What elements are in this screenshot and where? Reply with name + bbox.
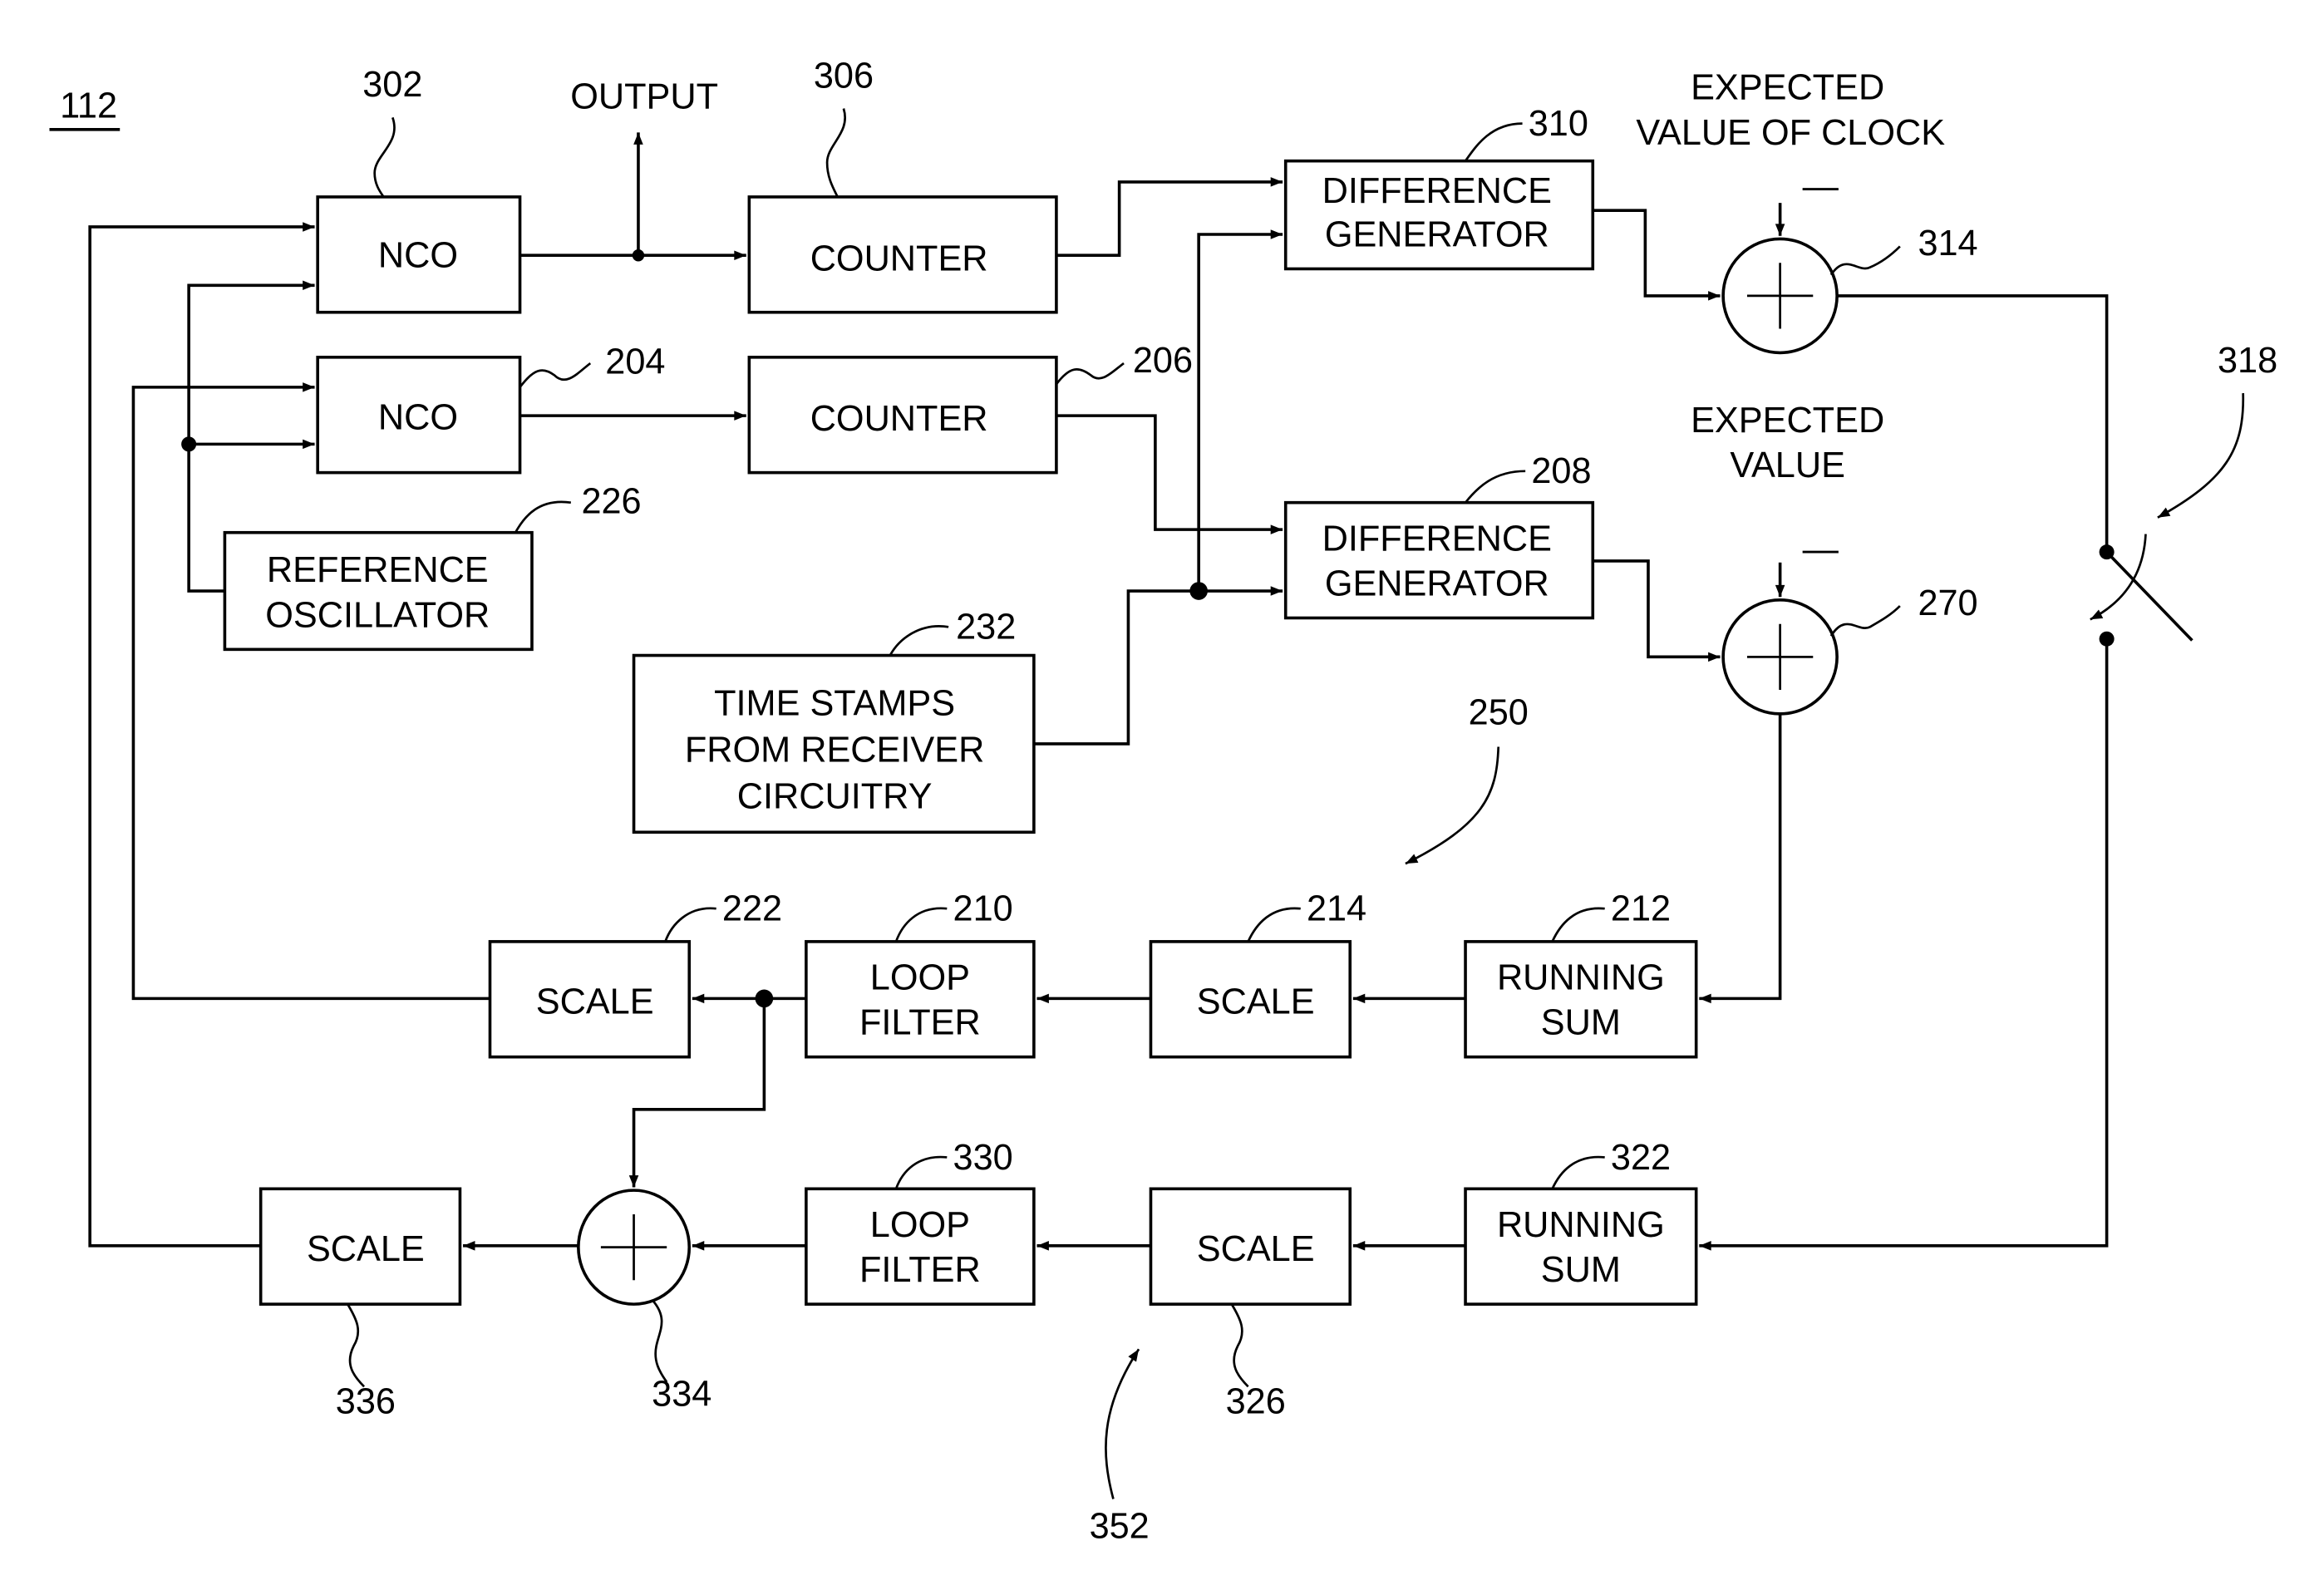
nco-302-label: NCO (378, 236, 458, 276)
running-sum-212-line2: SUM (1541, 1003, 1621, 1043)
difference-generator-208-line1: DIFFERENCE (1322, 519, 1552, 559)
scale-214-label: SCALE (1197, 982, 1315, 1021)
difference-generator-208-block: DIFFERENCE GENERATOR (1283, 500, 1595, 620)
expected-clock-line1: EXPECTED (1691, 68, 1884, 108)
counter-306-block: COUNTER (747, 195, 1058, 314)
ref-208: 208 (1531, 451, 1591, 491)
scale-222-block: SCALE (488, 940, 692, 1059)
ref-210: 210 (953, 889, 1013, 929)
ref-314: 314 (1918, 224, 1977, 263)
loop-filter-210-block: LOOP FILTER (805, 940, 1036, 1059)
ref-326: 326 (1226, 1382, 1286, 1422)
ref-302: 302 (362, 65, 422, 105)
switch-318[interactable] (2090, 534, 2194, 647)
difference-generator-310-block: DIFFERENCE GENERATOR (1283, 159, 1595, 271)
ref-310: 310 (1529, 104, 1588, 144)
scale-336-block: SCALE (258, 1187, 462, 1306)
counter-206-block: COUNTER (747, 356, 1058, 475)
summer-314 (1721, 237, 1839, 355)
scale-326-label: SCALE (1197, 1229, 1315, 1269)
counter-306-label: COUNTER (810, 239, 988, 278)
ref-222: 222 (722, 889, 782, 929)
ref-226: 226 (581, 481, 641, 521)
running-sum-212-block: RUNNING SUM (1464, 940, 1698, 1059)
reference-numerals: 302 306 310 314 204 206 208 270 226 232 … (336, 56, 2277, 1546)
loop-filter-210-line1: LOOP (870, 958, 970, 998)
ref-250: 250 (1469, 692, 1529, 732)
time-stamps-line3: CIRCUITRY (737, 776, 933, 816)
ref-352: 352 (1090, 1506, 1150, 1546)
ref-232: 232 (956, 608, 1016, 647)
expected-clock-line2: VALUE OF CLOCK (1636, 113, 1945, 153)
output-label: OUTPUT (570, 77, 718, 117)
nco-204-label: NCO (378, 397, 458, 437)
minus-sign-270: — (1803, 529, 1839, 569)
figure-id-label: 112 (60, 86, 117, 126)
running-sum-322-line1: RUNNING (1497, 1205, 1665, 1245)
ref-212: 212 (1611, 889, 1671, 929)
difference-generator-310-line1: DIFFERENCE (1322, 171, 1552, 211)
difference-generator-208-line2: GENERATOR (1325, 564, 1549, 603)
ref-336: 336 (336, 1382, 396, 1422)
summer-270 (1721, 598, 1839, 716)
reference-oscillator-line1: REFERENCE (267, 550, 489, 590)
running-sum-212-line1: RUNNING (1497, 958, 1665, 998)
ref-322: 322 (1611, 1138, 1671, 1178)
nco-302-block: NCO (316, 195, 522, 314)
summer-334 (577, 1189, 692, 1306)
ref-270: 270 (1918, 583, 1977, 623)
minus-sign-314: — (1803, 167, 1839, 207)
expected-value-line2: VALUE (1730, 445, 1845, 485)
time-stamps-232-block: TIME STAMPS FROM RECEIVER CIRCUITRY (632, 653, 1036, 834)
expected-value-line1: EXPECTED (1691, 401, 1884, 441)
block-diagram: 112 NCO COUNTER DIFFERENCE GENERATOR NCO… (49, 56, 2277, 1546)
loop-filter-210-line2: FILTER (859, 1003, 981, 1043)
nco-204-block: NCO (316, 356, 522, 475)
difference-generator-310-line2: GENERATOR (1325, 214, 1549, 254)
loop-filter-330-line2: FILTER (859, 1250, 981, 1290)
ref-204: 204 (605, 342, 665, 382)
loop-filter-330-line1: LOOP (870, 1205, 970, 1245)
ref-318: 318 (2218, 341, 2277, 381)
running-sum-322-block: RUNNING SUM (1464, 1187, 1698, 1306)
counter-206-label: COUNTER (810, 399, 988, 439)
ref-206: 206 (1133, 341, 1193, 381)
reference-oscillator-226-block: REFERENCE OSCILLATOR (223, 530, 534, 652)
ref-306: 306 (814, 56, 874, 96)
scale-326-block: SCALE (1149, 1187, 1352, 1306)
scale-214-block: SCALE (1149, 940, 1352, 1059)
ref-330: 330 (953, 1138, 1013, 1178)
scale-222-label: SCALE (536, 982, 654, 1021)
time-stamps-line2: FROM RECEIVER (685, 731, 984, 770)
running-sum-322-line2: SUM (1541, 1250, 1621, 1290)
time-stamps-line1: TIME STAMPS (714, 684, 955, 724)
ref-214: 214 (1307, 889, 1366, 929)
loop-filter-330-block: LOOP FILTER (805, 1187, 1036, 1306)
scale-336-label: SCALE (307, 1229, 425, 1269)
ref-334: 334 (652, 1375, 711, 1415)
reference-oscillator-line2: OSCILLATOR (265, 595, 490, 635)
